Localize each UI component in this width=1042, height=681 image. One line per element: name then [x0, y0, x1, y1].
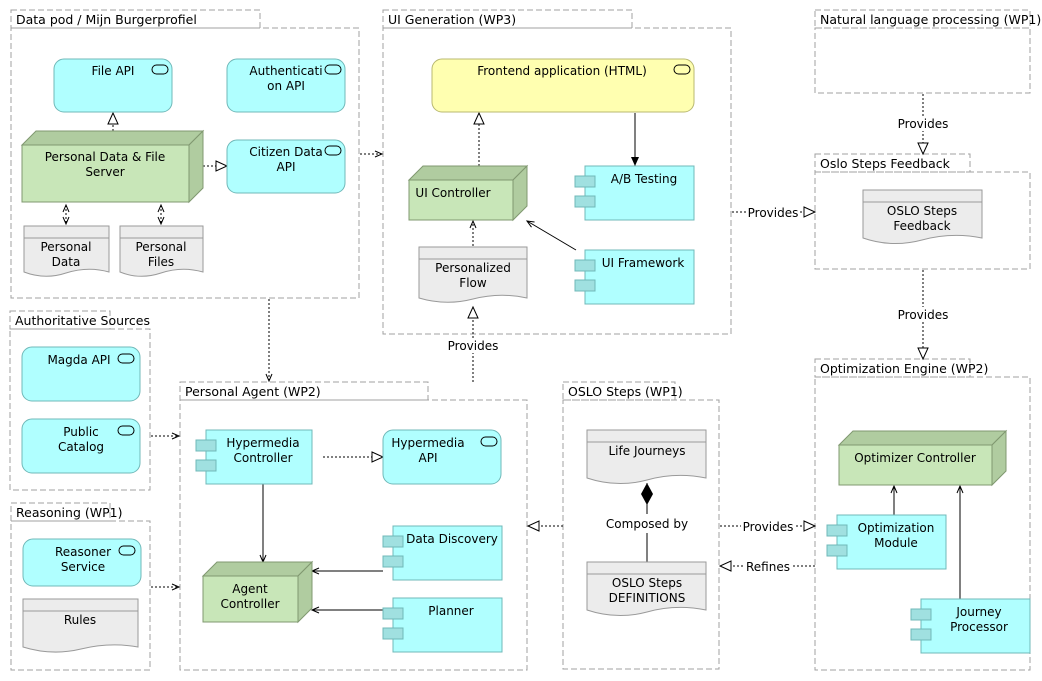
magda-api-service[interactable]: Magda API [21, 346, 141, 402]
hypermedia-api-service[interactable]: Hypermedia API [382, 429, 502, 485]
element-label: Controller [233, 451, 292, 465]
element-label: Citizen Data [249, 145, 323, 159]
element-label: API [419, 451, 438, 465]
element-label: Feedback [893, 219, 950, 233]
public-catalog-service[interactable]: Public Catalog [21, 418, 141, 474]
element-label: Server [85, 165, 124, 179]
citizen-data-api-service[interactable]: Citizen Data API [226, 139, 346, 194]
element-label: Data [52, 255, 81, 269]
oslo-steps-definitions-object[interactable]: OSLO Steps DEFINITIONS [586, 561, 707, 616]
connection-label: Provides [898, 308, 949, 322]
hypermedia-controller-component[interactable]: Hypermedia Controller [195, 429, 313, 485]
element-label: Files [148, 255, 174, 269]
group-label: Oslo Steps Feedback [820, 156, 951, 171]
element-label: Module [874, 536, 918, 550]
composition-diamond-icon [641, 483, 653, 505]
element-label: Catalog [58, 440, 104, 454]
planner-component[interactable]: Planner [382, 597, 503, 653]
file-api-service[interactable]: File API [53, 58, 173, 113]
element-label: Personal [40, 240, 91, 254]
group-label: Personal Agent (WP2) [185, 384, 321, 399]
element-label: on API [267, 79, 305, 93]
element-label: Personal [135, 240, 186, 254]
element-label: Journey [955, 605, 1001, 619]
element-label: UI Controller [415, 186, 490, 200]
group-label: Optimization Engine (WP2) [820, 361, 988, 376]
personal-files-object[interactable]: Personal Files [119, 225, 204, 277]
personalized-flow-object[interactable]: Personalized Flow [418, 246, 528, 303]
group-label: Data pod / Mijn Burgerprofiel [16, 12, 197, 27]
element-label: OSLO Steps [612, 576, 682, 590]
frontend-application-service[interactable]: Frontend application (HTML) [431, 58, 695, 113]
connection-label: Composed by [606, 517, 688, 531]
journey-processor-component[interactable]: Journey Processor [910, 598, 1031, 654]
connection-label: Provides [748, 206, 799, 220]
element-label: Authenticati [249, 64, 322, 78]
group-label: Reasoning (WP1) [16, 505, 122, 520]
connection-label: Provides [743, 520, 794, 534]
element-label: Public [63, 425, 99, 439]
element-label: Optimizer Controller [854, 451, 976, 465]
element-label: File API [92, 64, 135, 78]
element-label: API [277, 160, 296, 174]
serving-uiframework-to-uicontroller[interactable] [525, 220, 577, 251]
group-label: OSLO Steps (WP1) [568, 384, 683, 399]
optimization-module-component[interactable]: Optimization Module [826, 514, 947, 570]
element-label: Processor [950, 620, 1008, 634]
agent-controller-node[interactable]: Agent Controller [201, 560, 314, 624]
element-label: Rules [64, 613, 96, 627]
authentication-api-service[interactable]: Authenticati on API [226, 58, 346, 113]
element-label: Controller [220, 597, 279, 611]
personal-data-file-server-node[interactable]: Personal Data & File Server [20, 129, 205, 204]
element-label: Service [61, 560, 105, 574]
element-label: Hypermedia [391, 436, 464, 450]
element-label: DEFINITIONS [609, 591, 686, 605]
element-label: Planner [428, 604, 474, 618]
element-label: OSLO Steps [887, 204, 957, 218]
connection-label: Refines [746, 560, 790, 574]
reasoner-service[interactable]: Reasoner Service [22, 538, 142, 587]
ab-testing-component[interactable]: A/B Testing [574, 165, 695, 221]
personal-data-object[interactable]: Personal Data [23, 225, 110, 277]
element-label: A/B Testing [611, 172, 678, 186]
ui-framework-component[interactable]: UI Framework [574, 249, 695, 305]
element-label: Magda API [47, 353, 110, 367]
connection-label: Provides [898, 117, 949, 131]
element-label: Life Journeys [609, 444, 686, 458]
element-label: Data Discovery [406, 532, 498, 546]
element-label: Personal Data & File [45, 150, 166, 164]
life-journeys-object[interactable]: Life Journeys [586, 429, 707, 484]
element-label: Reasoner [55, 545, 111, 559]
group-label: Natural language processing (WP1) [820, 12, 1041, 27]
data-discovery-component[interactable]: Data Discovery [382, 525, 503, 581]
rules-object[interactable]: Rules [22, 598, 139, 653]
group-label: UI Generation (WP3) [388, 12, 516, 27]
optimizer-controller-node[interactable]: Optimizer Controller [837, 429, 1008, 487]
oslo-steps-feedback-object[interactable]: OSLO Steps Feedback [862, 189, 983, 244]
connection-label: Provides [448, 339, 499, 353]
element-label: Flow [459, 276, 487, 290]
ui-controller-node[interactable]: UI Controller [407, 164, 529, 222]
element-label: Agent [232, 582, 268, 596]
group-nlp[interactable]: Natural language processing (WP1) [814, 9, 1041, 94]
element-label: Optimization [858, 521, 935, 535]
element-label: UI Framework [602, 256, 685, 270]
element-label: Personalized [435, 261, 511, 275]
element-label: Frontend application (HTML) [477, 64, 647, 78]
architecture-diagram: Data pod / Mijn Burgerprofiel UI Generat… [9, 9, 1041, 671]
element-label: Hypermedia [226, 436, 299, 450]
group-label: Authoritative Sources [15, 313, 150, 328]
